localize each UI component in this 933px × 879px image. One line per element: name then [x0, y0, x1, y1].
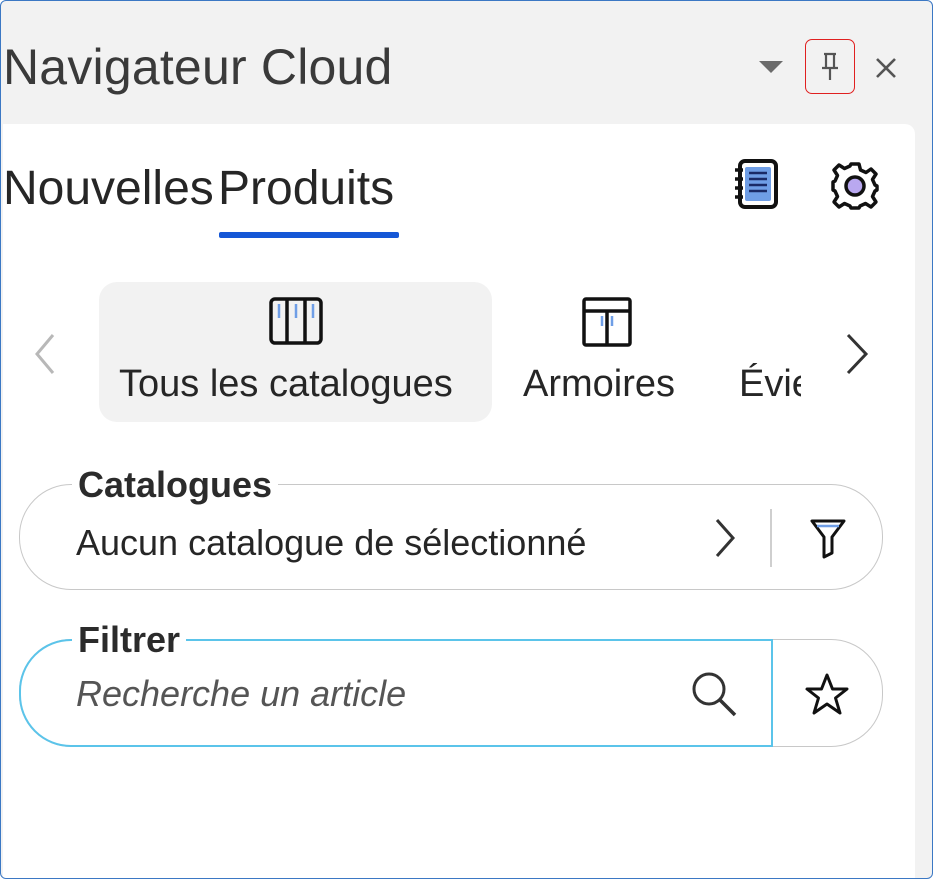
- pin-button[interactable]: [805, 39, 855, 94]
- category-evier[interactable]: Évie: [727, 282, 801, 422]
- filter-field-label: Filtrer: [72, 620, 187, 660]
- category-label: Tous les catalogues: [119, 363, 453, 405]
- tab-nouvelles[interactable]: Nouvelles: [3, 160, 214, 218]
- panel-menu-button[interactable]: [753, 49, 789, 85]
- chevron-right-icon: [846, 333, 869, 375]
- panel-title: Navigateur Cloud: [3, 39, 393, 95]
- chevron-down-icon: [759, 61, 783, 73]
- chevron-left-icon: [35, 334, 55, 374]
- category-label: Armoires: [523, 363, 676, 405]
- star-icon: [805, 673, 849, 715]
- filter-button[interactable]: [800, 509, 856, 567]
- pin-icon: [822, 52, 838, 80]
- search-icon: [692, 672, 737, 717]
- catalog-book-icon: [735, 159, 778, 209]
- field-divider: [770, 509, 772, 567]
- chevron-right-icon: [715, 519, 736, 557]
- favorites-button[interactable]: [800, 666, 854, 722]
- cabinet-icon: [582, 297, 632, 347]
- catalog-field-label: Catalogues: [72, 465, 279, 505]
- close-button[interactable]: [867, 49, 905, 87]
- category-label: Évie: [739, 363, 801, 405]
- categories-scroll-left[interactable]: [25, 324, 65, 384]
- active-tab-indicator: [219, 232, 399, 238]
- cloud-navigator-panel: Navigateur Cloud Nouvelles Produits Tous…: [0, 0, 933, 879]
- catalogs-icon: [269, 297, 323, 345]
- close-icon: [876, 58, 896, 78]
- categories-scroll-right[interactable]: [835, 324, 879, 384]
- category-armoires[interactable]: Armoires: [509, 282, 709, 422]
- products-content: Nouvelles Produits Tous les catalogues A…: [3, 124, 915, 878]
- open-catalog-list-button[interactable]: [700, 511, 750, 565]
- catalog-selection-value: Aucun catalogue de sélectionné: [76, 522, 587, 563]
- tab-produits[interactable]: Produits: [218, 160, 394, 218]
- category-all-catalogs[interactable]: Tous les catalogues: [99, 282, 492, 422]
- article-filter: Filtrer: [18, 620, 883, 747]
- search-input[interactable]: [76, 670, 656, 718]
- catalog-book-button[interactable]: [727, 154, 787, 214]
- catalog-selector[interactable]: Catalogues Aucun catalogue de sélectionn…: [19, 465, 883, 590]
- funnel-icon: [810, 519, 846, 559]
- settings-button[interactable]: [825, 156, 885, 216]
- gear-icon: [831, 162, 879, 210]
- category-strip: Tous les catalogues Armoires Évie: [99, 282, 801, 424]
- search-button[interactable]: [686, 666, 742, 722]
